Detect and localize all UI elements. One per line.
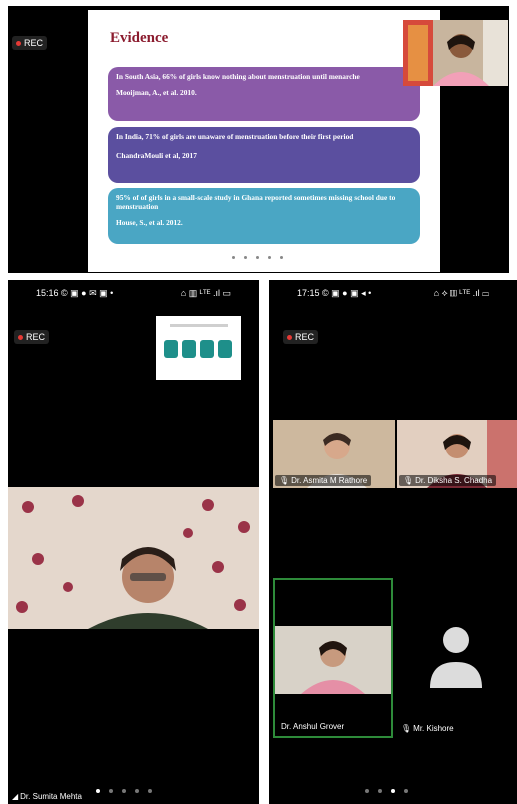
status-bar: 15:16 © ▣ ● ✉ ▣ • ⌂ ▥ ᴸᵀᴱ .ıl ▭: [8, 288, 259, 299]
participant-name-label: 🎙 Dr. Diksha S. Chadha: [399, 475, 497, 486]
presenter-video-image: [403, 20, 508, 86]
participant-tile-active[interactable]: Dr. Anshul Grover: [273, 578, 393, 738]
status-time: 17:15 © ▣ ● ▣ ◂ •: [297, 288, 372, 298]
mic-icon: 🎙: [279, 476, 290, 485]
shared-screen-thumbnail[interactable]: [156, 316, 241, 380]
page-indicator[interactable]: [96, 789, 152, 793]
participant-tile[interactable]: 🎙 Dr. Diksha S. Chadha: [397, 420, 517, 488]
right-phone-screen: 17:15 © ▣ ● ▣ ◂ • ⌂ ⟡ ▥ ᴸᵀᴱ .ıl ▭ REC 🎙 D…: [269, 280, 517, 804]
page-indicator[interactable]: [365, 789, 408, 793]
speaker-video-image: [8, 487, 259, 629]
participant-video-image: [275, 626, 391, 694]
speaker-name-label: ◢ Dr. Sumita Mehta: [12, 792, 82, 801]
evidence-card-1: In South Asia, 66% of girls know nothing…: [108, 67, 420, 121]
participant-name-label: 🎙 Mr. Kishore: [401, 724, 454, 733]
slide-thumbnail-image: [164, 324, 232, 358]
status-icons: ⌂ ▥ ᴸᵀᴱ .ıl ▭: [180, 288, 231, 298]
rec-indicator: REC: [12, 36, 48, 50]
participant-tile[interactable]: 🎙 Dr. Asmita M Rathore: [273, 420, 395, 488]
status-icons: ⌂ ⟡ ▥ ᴸᵀᴱ .ıl ▭: [433, 288, 489, 298]
presenter-thumbnail[interactable]: [403, 20, 508, 86]
slide-pagination[interactable]: [232, 256, 283, 259]
shared-slide: Evidence In South Asia, 66% of girls kno…: [88, 10, 440, 272]
rec-indicator: REC: [283, 330, 319, 344]
mic-icon: 🎙: [401, 724, 412, 733]
rec-indicator: REC: [14, 330, 50, 344]
rec-dot-icon: [18, 334, 23, 340]
status-time: 15:16 © ▣ ● ✉ ▣ •: [36, 288, 114, 298]
main-speaker-video[interactable]: [8, 487, 259, 629]
top-meeting-panel: REC Evidence In South Asia, 66% of girls…: [8, 6, 509, 273]
status-bar: 17:15 © ▣ ● ▣ ◂ • ⌂ ⟡ ▥ ᴸᵀᴱ .ıl ▭: [269, 288, 517, 299]
signal-icon: ◢: [12, 792, 19, 801]
mic-icon: 🎙: [403, 476, 414, 485]
left-phone-screen: 15:16 © ▣ ● ✉ ▣ • ⌂ ▥ ᴸᵀᴱ .ıl ▭ REC ◢ Dr…: [8, 280, 259, 804]
evidence-card-3: 95% of of girls in a small-scale study i…: [108, 188, 420, 244]
participant-name-label: Dr. Anshul Grover: [281, 722, 345, 731]
participant-tile[interactable]: 🎙 Mr. Kishore: [395, 578, 517, 738]
rec-dot-icon: [16, 40, 21, 46]
participant-name-label: 🎙 Dr. Asmita M Rathore: [275, 475, 372, 486]
evidence-card-2: In India, 71% of girls are unaware of me…: [108, 127, 420, 183]
rec-dot-icon: [287, 334, 292, 340]
slide-title: Evidence: [110, 30, 169, 46]
avatar-placeholder-icon: [430, 627, 482, 688]
